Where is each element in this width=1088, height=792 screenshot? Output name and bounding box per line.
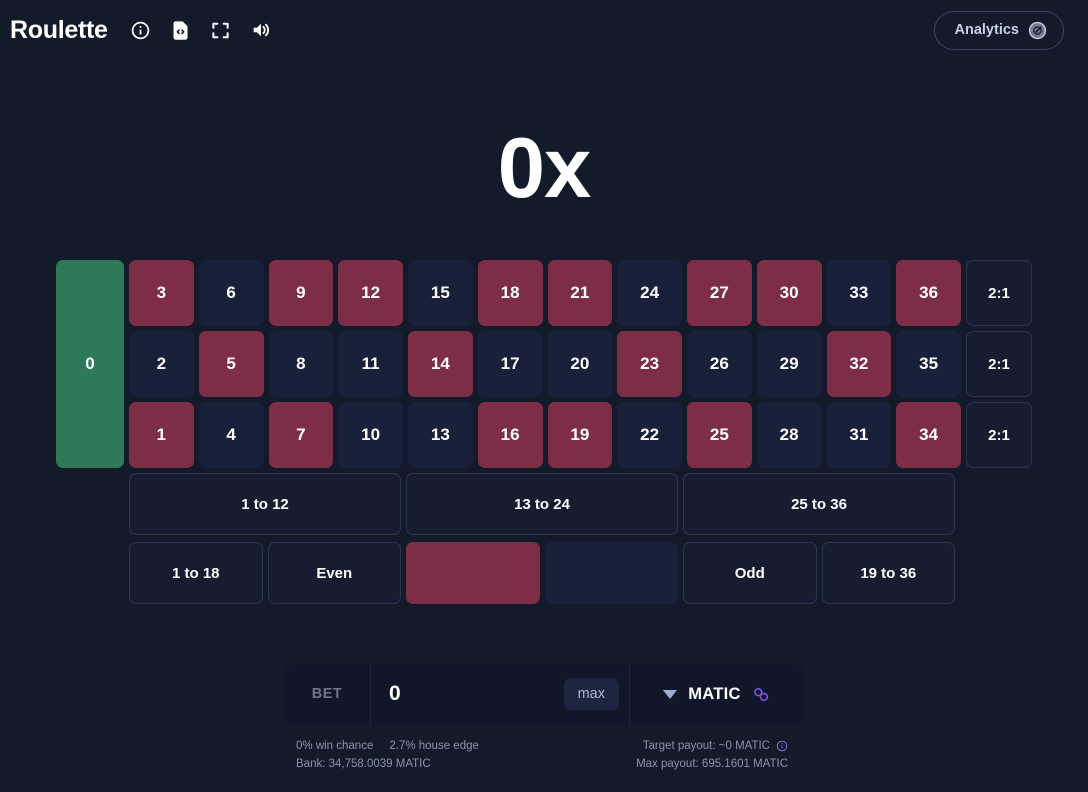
number-cell-36[interactable]: 36 [896,260,961,326]
number-cell-24[interactable]: 24 [617,260,682,326]
dozen-bet-2[interactable]: 13 to 24 [406,473,678,535]
volume-icon[interactable] [250,19,272,41]
high-bet[interactable]: 19 to 36 [821,542,955,604]
number-cell-33[interactable]: 33 [826,260,892,326]
number-cell-23[interactable]: 23 [617,331,682,397]
number-cell-14[interactable]: 14 [408,331,473,397]
dozen-bet-1[interactable]: 1 to 12 [129,473,401,535]
number-cell-28[interactable]: 28 [756,402,822,468]
dozen-bet-3[interactable]: 25 to 36 [683,473,955,535]
max-payout-text: Max payout: 695.1601 MATIC [636,758,788,770]
analytics-button-label: Analytics [954,22,1019,38]
chevron-down-icon [663,689,678,699]
number-cell-17[interactable]: 17 [477,331,543,397]
number-cell-12[interactable]: 12 [338,260,403,326]
stats-left-top: 0% win chance 2.7% house edge [296,740,479,752]
black-color-bet[interactable] [544,542,678,604]
roulette-board: 0 3 6 9 12 15 18 21 24 27 30 33 36 2 5 8 11 14 17 20 23 26 29… [56,260,1032,604]
red-color-bet[interactable] [406,542,540,604]
bet-bar-container: BET max MATIC [0,663,1088,725]
stats-right-top: Target payout: ~0 MATIC [643,740,788,752]
page-title: Roulette [10,15,108,44]
number-cell-1[interactable]: 1 [129,402,194,468]
number-cell-21[interactable]: 21 [547,260,613,326]
analytics-button[interactable]: Analytics [933,10,1064,50]
number-cell-25[interactable]: 25 [687,402,752,468]
code-file-icon[interactable] [170,19,192,41]
multiplier-display: 0x [497,121,592,216]
bet-amount-input[interactable] [389,682,556,706]
number-cell-20[interactable]: 20 [547,331,613,397]
board-main-grid: 0 3 6 9 12 15 18 21 24 27 30 33 36 2 5 8 11 14 17 20 23 26 29… [56,260,1032,468]
column-bet-1[interactable]: 2:1 [966,260,1032,326]
bet-bar: BET max MATIC [284,663,804,725]
number-cell-2[interactable]: 2 [129,331,194,397]
token-name-label: MATIC [688,684,741,703]
number-cell-18[interactable]: 18 [477,260,543,326]
number-cell-30[interactable]: 30 [756,260,822,326]
app-header: Roulette Analytics [0,0,1088,60]
bet-stats: 0% win chance 2.7% house edge Target pay… [296,740,788,776]
number-cell-4[interactable]: 4 [198,402,264,468]
bet-label: BET [311,686,343,702]
number-cell-5[interactable]: 5 [198,331,264,397]
number-cell-34[interactable]: 34 [896,402,961,468]
house-edge-text: 2.7% house edge [389,740,479,752]
number-cell-16[interactable]: 16 [477,402,543,468]
stats-row-bottom: Bank: 34,758.0039 MATIC Max payout: 695.… [296,758,788,770]
token-selector[interactable]: MATIC [630,663,804,725]
number-cell-11[interactable]: 11 [338,331,403,397]
number-cell-31[interactable]: 31 [826,402,892,468]
even-bet[interactable]: Even [267,542,401,604]
number-cell-27[interactable]: 27 [687,260,752,326]
odd-bet[interactable]: Odd [683,542,817,604]
polygon-chain-icon [753,687,768,701]
header-icon-group [130,19,272,41]
column-bets: 2:1 2:1 2:1 [966,260,1032,468]
number-cell-13[interactable]: 13 [408,402,473,468]
win-chance-text: 0% win chance [296,740,374,752]
number-cell-19[interactable]: 19 [547,402,613,468]
max-bet-button[interactable]: max [563,678,619,710]
dozen-bets-row: 1 to 12 13 to 24 25 to 36 [129,473,955,535]
number-cell-15[interactable]: 15 [408,260,473,326]
number-cell-26[interactable]: 26 [687,331,752,397]
bank-text: Bank: 34,758.0039 MATIC [296,758,431,770]
target-payout-text: Target payout: ~0 MATIC [642,740,770,752]
column-bet-2[interactable]: 2:1 [966,331,1032,397]
low-bet[interactable]: 1 to 18 [129,542,263,604]
number-cell-29[interactable]: 29 [756,331,822,397]
number-cell-3[interactable]: 3 [129,260,194,326]
bet-input-zone: max [370,663,630,725]
number-cell-32[interactable]: 32 [826,331,892,397]
analytics-gauge-icon [1028,21,1047,39]
column-bet-3[interactable]: 2:1 [966,402,1032,468]
number-cell-zero[interactable]: 0 [56,260,124,468]
number-cell-10[interactable]: 10 [338,402,403,468]
stats-row-top: 0% win chance 2.7% house edge Target pay… [296,740,788,752]
number-cell-9[interactable]: 9 [268,260,334,326]
number-cell-6[interactable]: 6 [198,260,264,326]
number-cell-22[interactable]: 22 [617,402,682,468]
fullscreen-icon[interactable] [210,19,232,41]
outside-bets-row: 1 to 18 Even Odd 19 to 36 [129,542,955,604]
number-grid: 3 6 9 12 15 18 21 24 27 30 33 36 2 5 8 11 14 17 20 23 26 29 32… [129,260,961,468]
number-cell-35[interactable]: 35 [896,331,961,397]
target-payout-info-icon[interactable] [776,740,788,752]
info-icon[interactable] [130,19,152,41]
number-cell-8[interactable]: 8 [268,331,334,397]
number-cell-7[interactable]: 7 [268,402,334,468]
